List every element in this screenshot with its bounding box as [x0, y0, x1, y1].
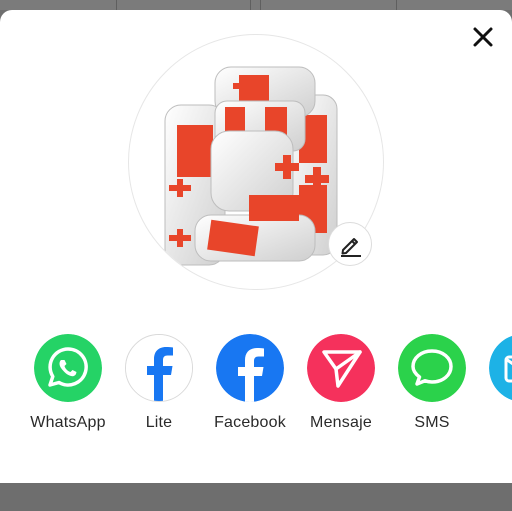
facebook-lite-icon [125, 334, 193, 402]
background-app-strip [0, 0, 512, 10]
share-mensaje-button[interactable]: Mensaje [296, 334, 386, 444]
send-arrow-icon [307, 334, 375, 402]
share-sms-button[interactable]: SMS [387, 334, 477, 444]
background-divider [396, 0, 397, 10]
whatsapp-icon [34, 334, 102, 402]
edit-avatar-button[interactable] [328, 222, 372, 266]
chat-bubble-icon [398, 334, 466, 402]
background-divider [116, 0, 117, 10]
close-icon [473, 27, 493, 47]
share-email-button[interactable]: E [478, 334, 512, 444]
mail-icon [489, 334, 512, 402]
share-targets-row: WhatsApp Lite Facebook Mensaje SMS [0, 334, 512, 444]
pencil-icon [341, 238, 361, 257]
background-divider [260, 0, 261, 10]
share-sheet: WhatsApp Lite Facebook Mensaje SMS [0, 10, 512, 483]
share-whatsapp-button[interactable]: WhatsApp [23, 334, 113, 444]
share-facebook-button[interactable]: Facebook [205, 334, 295, 444]
background-divider [250, 0, 251, 10]
facebook-icon [216, 334, 284, 402]
share-facebook-lite-button[interactable]: Lite [114, 334, 204, 444]
share-label: E [468, 414, 512, 432]
close-button[interactable] [468, 22, 498, 52]
background-bottom-strip [0, 483, 512, 511]
